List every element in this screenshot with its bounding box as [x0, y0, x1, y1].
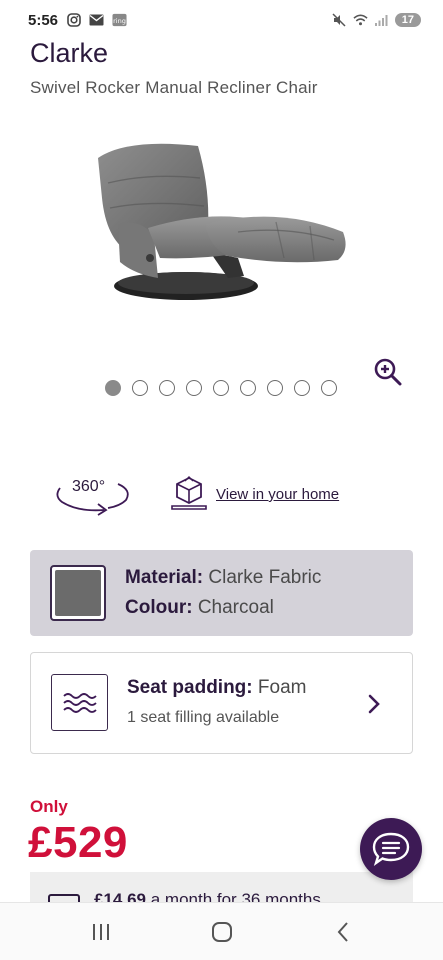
back-button[interactable]	[323, 917, 363, 947]
price-prefix: Only	[30, 797, 68, 816]
carousel-dot[interactable]	[267, 380, 283, 396]
material-value: Clarke Fabric	[208, 567, 322, 588]
swatch-fill	[55, 570, 101, 616]
seat-padding-selector[interactable]: Seat padding: Foam 1 seat filling availa…	[30, 652, 413, 754]
status-left: 5:56 ring	[28, 12, 127, 29]
carousel-dot[interactable]	[213, 380, 229, 396]
product-image[interactable]	[88, 128, 358, 318]
carousel-dots	[105, 380, 337, 396]
colour-line: Colour: Charcoal	[125, 597, 274, 619]
finance-banner[interactable]: £14.69 a month for 36 months	[30, 872, 413, 906]
status-bar: 5:56 ring 17	[0, 0, 443, 40]
mail-icon	[89, 13, 104, 28]
recent-apps-icon	[92, 923, 109, 940]
carousel-dot[interactable]	[294, 380, 310, 396]
product-name: Clarke	[30, 38, 109, 68]
status-right: 17	[332, 13, 421, 28]
system-nav-bar	[0, 902, 443, 960]
carousel-dot[interactable]	[240, 380, 256, 396]
battery-indicator: 17	[394, 13, 421, 27]
seat-padding-label: Seat padding:	[127, 677, 253, 698]
material-colour-selector[interactable]: Material: Clarke Fabric Colour: Charcoal	[30, 550, 413, 636]
chat-button[interactable]	[360, 818, 422, 880]
view-in-your-home-link[interactable]: View in your home	[216, 486, 339, 503]
instagram-icon	[66, 13, 81, 28]
seat-padding-value: Foam	[257, 677, 307, 698]
carousel-dot[interactable]	[159, 380, 175, 396]
signal-icon	[374, 13, 389, 28]
colour-label: Colour:	[125, 597, 193, 618]
carousel-dot[interactable]	[132, 380, 148, 396]
home-button[interactable]	[202, 917, 242, 947]
recent-apps-button[interactable]	[81, 917, 121, 947]
ar-cube-icon[interactable]	[170, 475, 208, 511]
carousel-dot[interactable]	[321, 380, 337, 396]
status-time: 5:56	[28, 11, 59, 29]
material-line: Material: Clarke Fabric	[125, 567, 321, 589]
carousel-dot[interactable]	[105, 380, 121, 396]
ring-icon: ring	[112, 13, 127, 28]
back-icon	[337, 921, 348, 942]
seat-padding-subtitle: 1 seat filling available	[127, 709, 280, 726]
seat-padding-title: Seat padding: Foam	[127, 677, 306, 699]
material-label: Material:	[125, 567, 204, 588]
home-icon	[211, 921, 232, 942]
seat-padding-icon	[51, 674, 108, 731]
chevron-right-icon	[368, 694, 380, 714]
view-360-label[interactable]: 360°	[72, 478, 105, 496]
price: £529	[28, 818, 128, 867]
colour-value: Charcoal	[197, 597, 274, 618]
mute-icon	[332, 13, 347, 28]
carousel-dot[interactable]	[186, 380, 202, 396]
product-subtitle: Swivel Rocker Manual Recliner Chair	[30, 78, 318, 97]
zoom-in-icon[interactable]	[372, 356, 404, 388]
svg-text:ring: ring	[113, 17, 126, 25]
colour-swatch	[50, 565, 106, 621]
chat-icon	[372, 832, 410, 866]
wifi-icon	[353, 13, 368, 28]
